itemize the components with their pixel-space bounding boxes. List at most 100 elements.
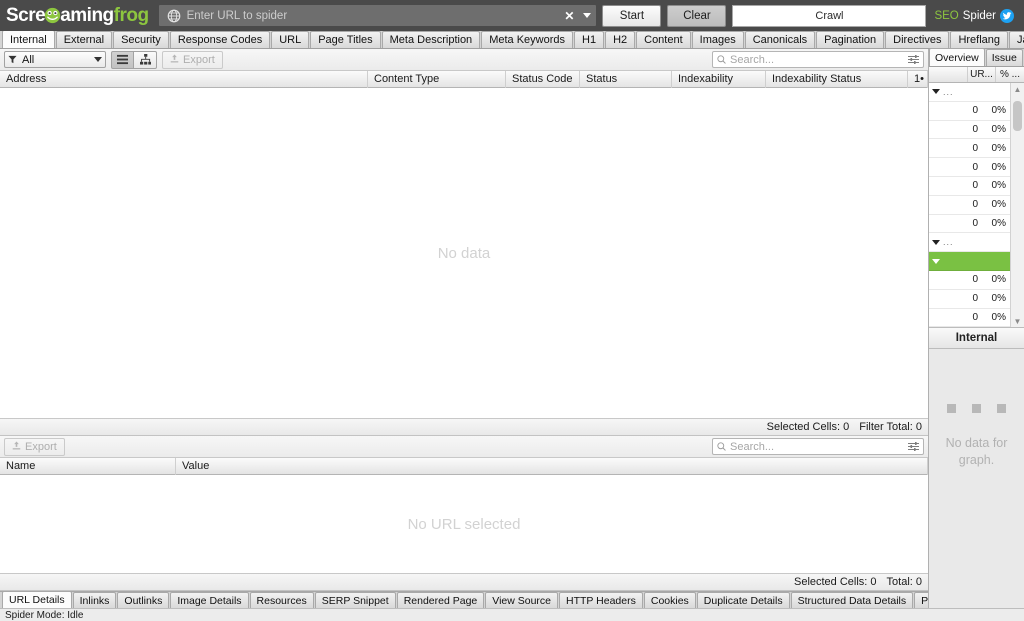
bottom-tab-resources[interactable]: Resources (250, 592, 314, 608)
bottom-tab-structured-data-details[interactable]: Structured Data Details (791, 592, 914, 608)
table-column-header[interactable]: Content Type (368, 71, 506, 88)
tab-security[interactable]: Security (113, 31, 169, 48)
bottom-tab-pagespeed-details[interactable]: PageSpeed Details (914, 592, 928, 608)
bottom-tab-http-headers[interactable]: HTTP Headers (559, 592, 643, 608)
clear-x-icon[interactable]: ✕ (560, 9, 578, 23)
sidebar-rows[interactable]: ...00%00%00%00%00%00%00%...00%00%00%00%0… (929, 83, 1010, 327)
sidebar-tab-issue[interactable]: Issue (986, 49, 1023, 66)
sidebar-row[interactable]: ... (929, 83, 1010, 102)
tab-label: Images (700, 34, 736, 46)
sidebar-col-urls: UR... (968, 67, 996, 82)
tab-internal[interactable]: Internal (2, 31, 55, 48)
sidebar-row[interactable]: 00% (929, 271, 1010, 290)
tab-meta-keywords[interactable]: Meta Keywords (481, 31, 573, 48)
twitter-icon[interactable] (1000, 9, 1014, 23)
tab-canonicals[interactable]: Canonicals (745, 31, 815, 48)
sidebar-row[interactable]: 00% (929, 139, 1010, 158)
sidebar-row[interactable]: ... (929, 233, 1010, 252)
table-column-header[interactable]: Indexability (672, 71, 766, 88)
sidebar-row[interactable]: 00% (929, 158, 1010, 177)
table-column-header[interactable]: Indexability Status (766, 71, 908, 88)
detail-column-header[interactable]: Value (176, 458, 928, 475)
table-body[interactable]: No data (0, 88, 928, 419)
start-button[interactable]: Start (602, 5, 661, 27)
bottom-tab-url-details[interactable]: URL Details (2, 591, 72, 608)
table-column-header[interactable]: 1• (908, 71, 928, 88)
selected-cells-count: Selected Cells: 0 (767, 421, 850, 433)
tab-images[interactable]: Images (692, 31, 744, 48)
bottom-tab-serp-snippet[interactable]: SERP Snippet (315, 592, 396, 608)
bottom-tab-inlinks[interactable]: Inlinks (73, 592, 117, 608)
graph-empty-message: No data for graph. (929, 435, 1024, 469)
clear-button[interactable]: Clear (667, 5, 726, 27)
sidebar-row[interactable]: 00% (929, 290, 1010, 309)
upload-icon (12, 441, 21, 453)
tab-response-codes[interactable]: Response Codes (170, 31, 270, 48)
sidebar-row[interactable]: 00% (929, 196, 1010, 215)
expand-collapse-triangle-icon[interactable] (932, 240, 940, 245)
table-search-box[interactable] (712, 51, 924, 68)
view-mode-toggle (111, 51, 157, 69)
search-input[interactable] (730, 54, 904, 66)
sidebar-row[interactable]: 00% (929, 102, 1010, 121)
sidebar-row-urls: 0 (954, 180, 982, 191)
list-view-icon[interactable] (111, 51, 134, 69)
detail-column-header[interactable]: Name (0, 458, 176, 475)
table-column-header[interactable]: Status Code (506, 71, 580, 88)
sidebar-row[interactable]: 00% (929, 177, 1010, 196)
sidebar-tab-overview[interactable]: Overview (929, 48, 985, 66)
sidebar-tab-bar: OverviewIssue (929, 49, 1024, 67)
screaming-frog-window: Scre aming frog (0, 0, 1024, 621)
tab-h1[interactable]: H1 (574, 31, 604, 48)
sidebar-row-percent: 0% (982, 218, 1010, 229)
tab-url[interactable]: URL (271, 31, 309, 48)
sliders-icon[interactable] (908, 442, 919, 451)
sliders-icon[interactable] (908, 55, 919, 64)
tab-page-titles[interactable]: Page Titles (310, 31, 380, 48)
url-bar[interactable]: ✕ (159, 5, 597, 26)
tab-content[interactable]: Content (636, 31, 691, 48)
table-header-row: AddressContent TypeStatus CodeStatusInde… (0, 71, 928, 88)
tab-directives[interactable]: Directives (885, 31, 949, 48)
table-column-header[interactable]: Status (580, 71, 672, 88)
tab-javascript[interactable]: JavaScript (1009, 31, 1024, 48)
expand-collapse-triangle-icon[interactable] (932, 89, 940, 94)
tab-hreflang[interactable]: Hreflang (950, 31, 1008, 48)
tab-label: View Source (492, 595, 551, 607)
sidebar-scrollbar[interactable]: ▲ ▼ (1010, 83, 1024, 327)
bottom-tab-duplicate-details[interactable]: Duplicate Details (697, 592, 790, 608)
tab-meta-description[interactable]: Meta Description (382, 31, 481, 48)
table-column-header[interactable]: Address (0, 71, 368, 88)
detail-search-input[interactable] (730, 441, 904, 453)
sidebar-row-percent: 0% (982, 143, 1010, 154)
chevron-up-icon[interactable]: ▲ (1011, 83, 1024, 95)
expand-collapse-triangle-icon[interactable] (932, 259, 940, 264)
tree-view-icon[interactable] (134, 51, 157, 69)
scrollbar-thumb[interactable] (1013, 101, 1022, 131)
tab-label: Image Details (177, 595, 241, 607)
tab-h2[interactable]: H2 (605, 31, 635, 48)
bottom-tab-outlinks[interactable]: Outlinks (117, 592, 169, 608)
scrollbar-track[interactable] (1011, 95, 1024, 315)
url-input[interactable] (187, 6, 561, 25)
sidebar-graph-panel: No data for graph. (929, 349, 1024, 608)
sidebar-row[interactable]: 00% (929, 121, 1010, 140)
detail-body[interactable]: No URL selected (0, 475, 928, 574)
url-history-chevron-down-icon[interactable] (578, 13, 596, 18)
sidebar-row[interactable]: 00% (929, 215, 1010, 234)
placeholder-square-icon (947, 404, 956, 413)
chevron-down-icon[interactable]: ▼ (1011, 315, 1024, 327)
tab-label: Cookies (651, 595, 689, 607)
bottom-tab-view-source[interactable]: View Source (485, 592, 558, 608)
bottom-tab-rendered-page[interactable]: Rendered Page (397, 592, 485, 608)
tab-external[interactable]: External (56, 31, 112, 48)
tab-pagination[interactable]: Pagination (816, 31, 884, 48)
sidebar-row[interactable]: 00% (929, 309, 1010, 327)
detail-search-box[interactable] (712, 438, 924, 455)
bottom-tab-cookies[interactable]: Cookies (644, 592, 696, 608)
sidebar-row[interactable] (929, 252, 1010, 271)
filter-dropdown[interactable]: All (4, 51, 106, 68)
bottom-tab-image-details[interactable]: Image Details (170, 592, 248, 608)
column-label: 1• (914, 73, 924, 85)
export-label: Export (183, 54, 215, 66)
